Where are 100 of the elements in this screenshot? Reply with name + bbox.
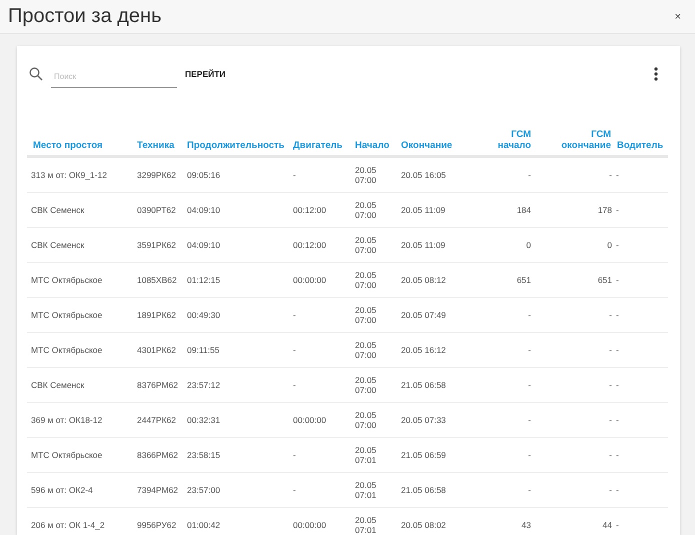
table-cell: 7394РМ62 [137, 485, 178, 495]
table-cell-text: 20.05 07:00 [355, 305, 378, 325]
column-header[interactable]: Окончание [401, 140, 452, 151]
search-icon [29, 67, 43, 81]
table-cell: 20.05 16:05 [401, 170, 446, 180]
table-cell-text: 20.05 07:00 [355, 270, 378, 290]
table-cell-text: 20.05 07:01 [355, 480, 378, 500]
table-cell: - [528, 380, 531, 390]
table-cell: - [616, 415, 619, 425]
table-cell: 1085ХВ62 [137, 275, 177, 285]
table-cell: - [609, 415, 612, 425]
table-cell: - [616, 520, 619, 530]
table-cell: - [528, 450, 531, 460]
table-cell: 1891РК62 [137, 310, 176, 320]
table-cell-text: 20.05 07:00 [355, 340, 378, 360]
table-cell: - [293, 485, 296, 495]
table-cell: МТС Октябрьское [31, 345, 102, 355]
table-cell: - [293, 310, 296, 320]
column-header[interactable]: Место простоя [33, 140, 103, 151]
table-cell: 206 м от: ОК 1-4_2 [31, 520, 105, 530]
table-cell: СВК Семенск [31, 240, 84, 250]
table-cell: 596 м от: ОК2-4 [31, 485, 93, 495]
table-cell: - [616, 240, 619, 250]
table-cell: 00:12:00 [293, 205, 326, 215]
table-cell: 313 м от: ОК9_1-12 [31, 170, 107, 180]
table-cell: 20.05 07:49 [401, 310, 446, 320]
table-cell: 01:00:42 [187, 520, 220, 530]
table-cell: 00:00:00 [293, 275, 326, 285]
table-cell: - [616, 345, 619, 355]
table-cell: - [293, 170, 296, 180]
table-cell: 23:58:15 [187, 450, 220, 460]
table-cell: 04:09:10 [187, 205, 220, 215]
table-cell: 23:57:00 [187, 485, 220, 495]
table-cell: - [609, 310, 612, 320]
table-cell: 44 [602, 520, 612, 530]
table-cell: - [528, 485, 531, 495]
window-title: Простои за день [8, 5, 162, 28]
table-cell: 0 [607, 240, 612, 250]
table-cell: 2447РК62 [137, 415, 176, 425]
table-cell: - [528, 415, 531, 425]
column-header[interactable]: Продолжительность [187, 140, 285, 151]
table-cell: 20.05 07:33 [401, 415, 446, 425]
table-cell: - [609, 345, 612, 355]
table-cell: МТС Октябрьское [31, 275, 102, 285]
table-cell-text: 20.05 07:00 [355, 165, 378, 185]
table-cell: 651 [516, 275, 531, 285]
table-cell-text: 20.05 07:00 [355, 410, 378, 430]
column-header[interactable]: Техника [137, 140, 174, 151]
table-cell: 20.05 16:12 [401, 345, 446, 355]
table-cell: 21.05 06:59 [401, 450, 446, 460]
table-cell: - [609, 450, 612, 460]
table-cell: 00:32:31 [187, 415, 220, 425]
table-cell: 00:00:00 [293, 520, 326, 530]
column-header[interactable]: ГСМ начало [477, 129, 531, 151]
table-cell: - [528, 170, 531, 180]
table-cell: МТС Октябрьское [31, 450, 102, 460]
column-header[interactable]: Двигатель [293, 140, 342, 151]
table-cell: 43 [522, 520, 531, 530]
table-cell: МТС Октябрьское [31, 310, 102, 320]
column-header[interactable]: Водитель [617, 140, 664, 151]
column-header[interactable]: ГСМ окончание [549, 129, 611, 151]
close-button[interactable]: × [672, 10, 683, 22]
table-cell: 20.05 08:02 [401, 520, 446, 530]
table-cell: - [616, 450, 619, 460]
table-cell: - [528, 310, 531, 320]
table-cell: 20.05 11:09 [401, 240, 446, 250]
table-cell: - [528, 345, 531, 355]
column-header[interactable]: Начало [355, 140, 390, 151]
table-cell: 20.05 08:12 [401, 275, 446, 285]
table-cell: - [616, 205, 619, 215]
table-cell: 00:49:30 [187, 310, 220, 320]
table-cell: - [293, 380, 296, 390]
table-cell-text: 20.05 07:01 [355, 445, 378, 465]
go-button[interactable]: ПЕРЕЙТИ [183, 67, 228, 81]
table-cell: 8366РМ62 [137, 450, 178, 460]
table-cell: 09:11:55 [187, 345, 220, 355]
table-cell: 20.05 11:09 [401, 205, 446, 215]
table-cell-text: 20.05 07:00 [355, 235, 378, 255]
table-cell: 04:09:10 [187, 240, 220, 250]
table-cell: 21.05 06:58 [401, 380, 446, 390]
table-cell: - [616, 380, 619, 390]
table-cell: 00:00:00 [293, 415, 326, 425]
table-cell: 0390РТ62 [137, 205, 176, 215]
table-cell-text: 20.05 07:01 [355, 515, 378, 535]
table-cell: 01:12:15 [187, 275, 220, 285]
table-cell: СВК Семенск [31, 380, 84, 390]
table-cell: 178 [598, 205, 612, 215]
table-cell: - [616, 310, 619, 320]
table-cell: - [616, 275, 619, 285]
table-cell: 369 м от: ОК18-12 [31, 415, 102, 425]
table-cell: СВК Семенск [31, 205, 84, 215]
more-icon[interactable] [654, 67, 658, 81]
table-cell: - [616, 485, 619, 495]
table-cell: - [609, 485, 612, 495]
table-cell: - [616, 170, 619, 180]
table-cell: 3299РК62 [137, 170, 176, 180]
table-cell: 8376РМ62 [137, 380, 178, 390]
table-cell: - [609, 170, 612, 180]
table-cell: 184 [516, 205, 531, 215]
table-cell: 4301РК62 [137, 345, 176, 355]
